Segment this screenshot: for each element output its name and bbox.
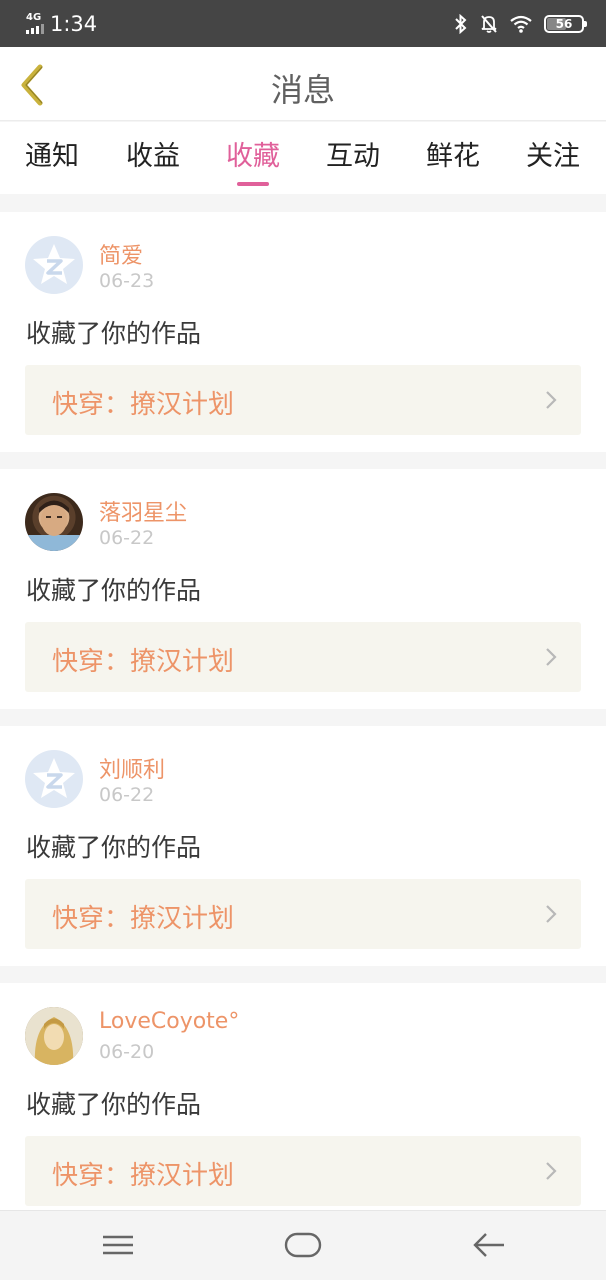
chevron-right-icon	[546, 905, 557, 923]
bluetooth-icon	[455, 13, 467, 34]
chevron-right-icon	[546, 391, 557, 409]
tab-bar: 通知 收益 收藏 互动 鲜花 关注	[0, 122, 606, 194]
chevron-right-icon	[546, 1162, 557, 1180]
tab-interactions[interactable]: 互动	[313, 134, 393, 173]
tab-notifications[interactable]: 通知	[12, 134, 92, 173]
tab-favorites[interactable]: 收藏	[213, 134, 293, 186]
work-link[interactable]: 快穿：撩汉计划	[25, 1136, 581, 1206]
user-photo-icon	[25, 500, 83, 551]
signal-icon: 4G	[26, 13, 44, 34]
work-title: 快穿：撩汉计划	[52, 1161, 235, 1191]
work-link[interactable]: 快穿：撩汉计划	[25, 365, 581, 435]
menu-button[interactable]	[101, 1229, 135, 1265]
nav-back-button[interactable]	[471, 1229, 507, 1265]
network-type: 4G	[26, 12, 42, 23]
system-nav-bar	[0, 1210, 606, 1280]
avatar[interactable]	[25, 1007, 83, 1065]
notification-card: 刘顺利 06-22 收藏了你的作品 快穿：撩汉计划	[0, 726, 606, 966]
work-link[interactable]: 快穿：撩汉计划	[25, 622, 581, 692]
username[interactable]: 落羽星尘	[99, 495, 187, 527]
clock: 1:34	[50, 11, 98, 36]
back-arrow-icon	[473, 1233, 504, 1257]
notification-card: LoveCoyote° 06-20 收藏了你的作品 快穿：撩汉计划	[0, 983, 606, 1223]
avatar[interactable]	[25, 236, 83, 294]
status-right: 56	[454, 13, 587, 34]
work-title: 快穿：撩汉计划	[52, 904, 235, 934]
action-text: 收藏了你的作品	[26, 576, 202, 605]
tab-flowers[interactable]: 鲜花	[413, 134, 493, 173]
date: 06-22	[99, 784, 155, 806]
battery-level: 56	[555, 16, 573, 31]
avatar[interactable]	[25, 750, 83, 808]
user-photo-icon	[25, 1007, 83, 1065]
tab-favorites-label: 收藏	[226, 141, 280, 172]
work-title: 快穿：撩汉计划	[52, 647, 235, 677]
default-avatar-icon	[33, 758, 75, 798]
tab-earnings[interactable]: 收益	[113, 134, 193, 173]
date: 06-23	[99, 270, 155, 292]
wifi-icon	[510, 15, 532, 33]
username[interactable]: LoveCoyote°	[99, 1009, 239, 1034]
action-text: 收藏了你的作品	[26, 833, 202, 862]
work-title: 快穿：撩汉计划	[52, 390, 235, 420]
work-link[interactable]: 快穿：撩汉计划	[25, 879, 581, 949]
active-tab-indicator	[237, 182, 269, 186]
header: 消息	[0, 47, 606, 121]
chevron-right-icon	[546, 648, 557, 666]
date: 06-22	[99, 527, 155, 549]
default-avatar-icon	[33, 244, 75, 284]
menu-icon	[103, 1235, 133, 1255]
home-button[interactable]	[284, 1229, 322, 1265]
date: 06-20	[99, 1041, 155, 1063]
mute-bell-icon	[481, 14, 497, 33]
status-left: 4G 1:34	[26, 12, 97, 36]
home-icon	[284, 1232, 322, 1258]
action-text: 收藏了你的作品	[26, 319, 202, 348]
battery-icon: 56	[544, 14, 587, 33]
username[interactable]: 刘顺利	[99, 752, 165, 784]
status-bar: 4G 1:34 56	[0, 0, 606, 47]
tab-follows[interactable]: 关注	[513, 134, 593, 173]
page-title: 消息	[270, 71, 335, 109]
avatar[interactable]	[25, 493, 83, 551]
action-text: 收藏了你的作品	[26, 1090, 202, 1119]
notification-card: 简爱 06-23 收藏了你的作品 快穿：撩汉计划	[0, 212, 606, 452]
notification-card: 落羽星尘 06-22 收藏了你的作品 快穿：撩汉计划	[0, 469, 606, 709]
username[interactable]: 简爱	[99, 238, 143, 270]
